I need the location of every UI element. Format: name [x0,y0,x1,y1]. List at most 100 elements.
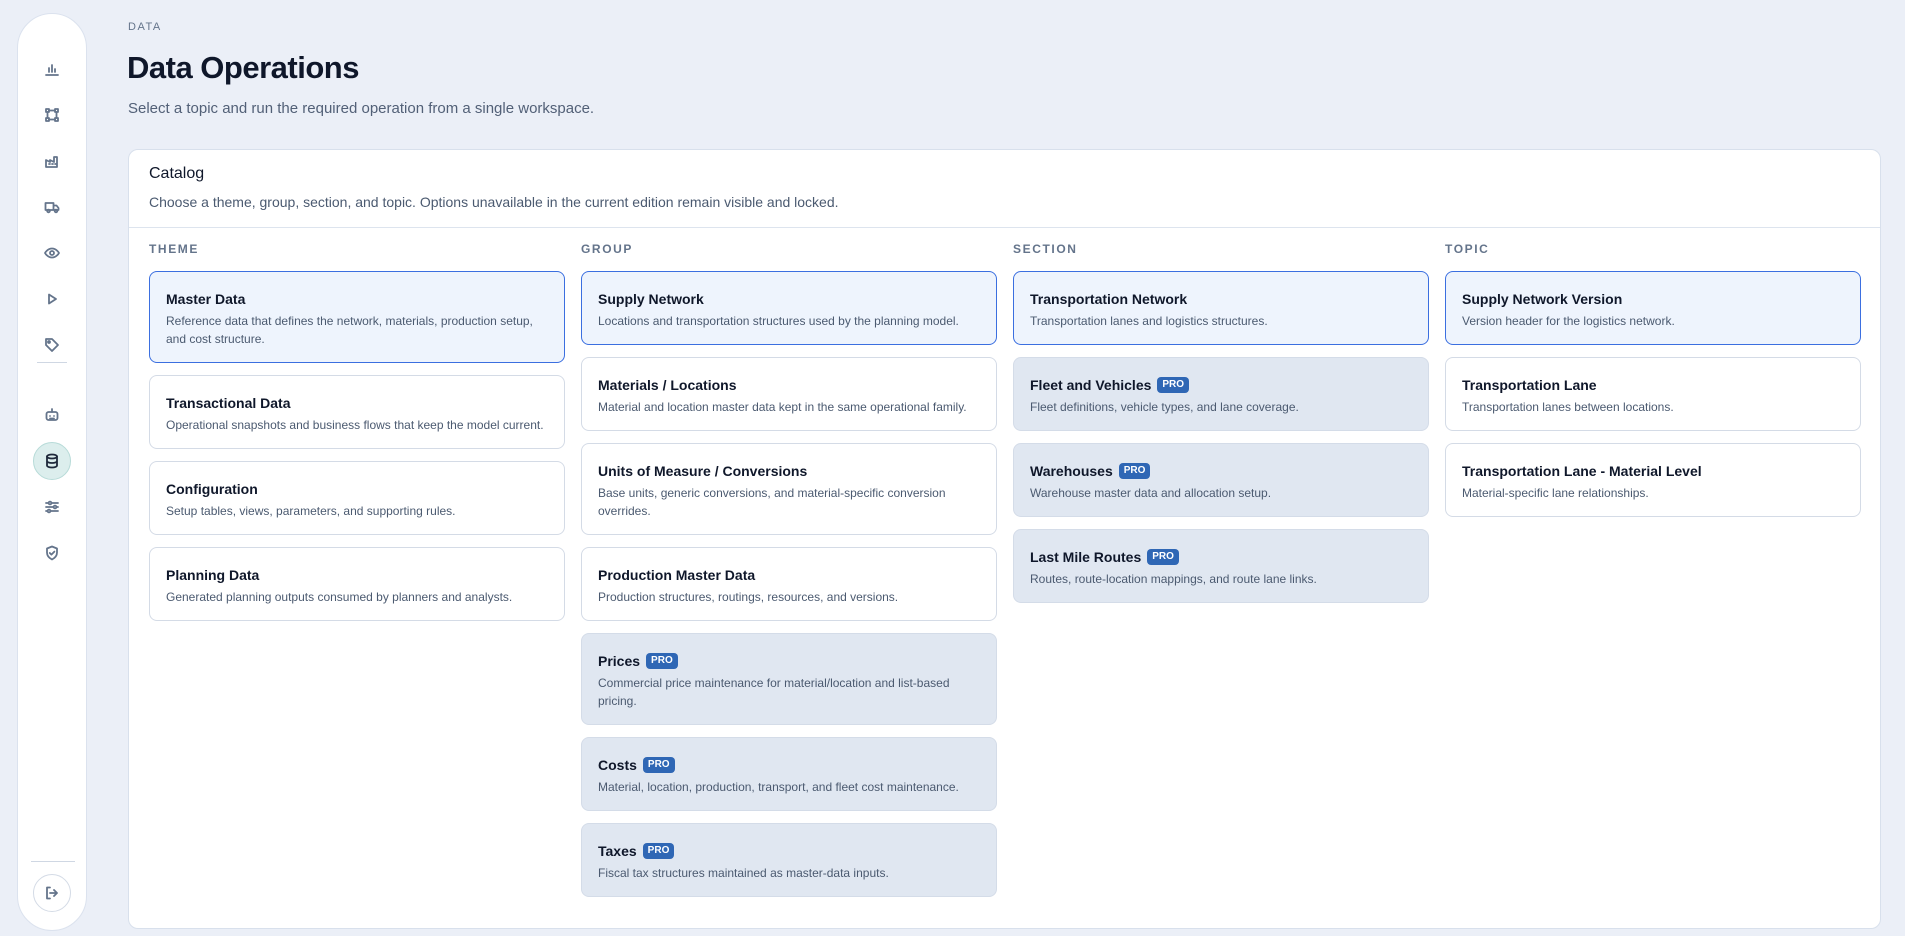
card-title: Transportation Lane - Material Level [1462,463,1702,479]
card-title: Production Master Data [598,567,756,583]
network-icon [45,108,59,122]
play-icon [48,293,57,305]
card-title: Materials / Locations [598,377,737,393]
card-title-row: Configuration [166,480,548,498]
card-title: Costs [598,757,637,773]
card-title: Planning Data [166,567,260,583]
card-description: Version header for the logistics network… [1462,314,1675,328]
nav-data-button[interactable] [33,442,71,480]
shield-check-icon [46,545,58,561]
card-description: Fiscal tax structures maintained as mast… [598,866,889,880]
card-title-row: Warehouses PRO [1030,462,1412,480]
section-column: SECTION Transportation Network Transporta… [1013,241,1429,615]
page-title: Data Operations [127,50,359,85]
nav-analytics-button[interactable] [33,50,71,88]
theme-column: THEME Master Data Reference data that def… [149,241,565,633]
pro-badge: PRO [642,843,675,859]
section-option-card[interactable]: Last Mile Routes PRO Routes, route-locatio… [1013,529,1429,603]
logout-button[interactable] [33,874,71,912]
bar-chart-icon [45,64,59,76]
theme-option-card[interactable]: Transactional Data Operational snapshots … [149,375,565,449]
card-title-row: Master Data [166,290,548,308]
group-option-card[interactable]: Units of Measure / Conversions Base units… [581,443,997,535]
sidebar-divider-bottom [31,861,75,862]
group-option-card[interactable]: Prices PRO Commercial price maintenance fo… [581,633,997,725]
section-option-card[interactable]: Fleet and Vehicles PRO Fleet definitions, … [1013,357,1429,431]
card-description: Routes, route-location mappings, and rou… [1030,572,1317,586]
card-description: Operational snapshots and business flows… [166,418,544,432]
card-description: Locations and transportation structures … [598,314,959,328]
theme-option-card[interactable]: Configuration Setup tables, views, parame… [149,461,565,535]
nav-network-button[interactable] [33,96,71,134]
tag-icon [45,338,59,352]
catalog-title: Catalog [149,165,205,182]
column-label: SECTION [1013,242,1078,256]
card-title: Last Mile Routes [1030,549,1142,565]
card-title-row: Planning Data [166,566,548,584]
nav-run-button[interactable] [33,280,71,318]
column-label: GROUP [581,242,634,256]
card-title: Warehouses [1030,463,1113,479]
card-title-row: Supply Network Version [1462,290,1844,308]
card-description: Setup tables, views, parameters, and sup… [166,504,456,518]
card-title: Taxes [598,843,637,859]
nav-monitor-button[interactable] [33,234,71,272]
column-label: TOPIC [1445,242,1490,256]
nav-security-button[interactable] [33,534,71,572]
card-title: Transactional Data [166,395,291,411]
card-title: Units of Measure / Conversions [598,463,808,479]
group-option-card[interactable]: Costs PRO Material, location, production, … [581,737,997,811]
nav-production-button[interactable] [33,142,71,180]
logout-icon [46,886,58,900]
theme-option-card[interactable]: Planning Data Generated planning outputs … [149,547,565,621]
pro-badge: PRO [1118,463,1151,479]
card-title: Master Data [166,291,246,307]
card-title: Transportation Lane [1462,377,1597,393]
eye-icon [44,247,60,259]
sliders-icon [45,500,59,514]
group-option-card[interactable]: Production Master Data Production structu… [581,547,997,621]
truck-icon [44,202,60,214]
section-option-card[interactable]: Warehouses PRO Warehouse master data and a… [1013,443,1429,517]
pro-badge: PRO [1147,549,1179,565]
card-description: Material, location, production, transpor… [598,780,959,794]
nav-settings-button[interactable] [33,488,71,526]
nav-automation-button[interactable] [33,396,71,434]
robot-icon [45,408,59,421]
card-title-row: Last Mile Routes PRO [1030,548,1412,566]
catalog-header: Catalog Choose a theme, group, section, … [129,150,1880,228]
group-option-card[interactable]: Materials / Locations Material and locati… [581,357,997,431]
card-title-row: Transportation Lane [1462,376,1844,394]
catalog-panel: Catalog Choose a theme, group, section, … [128,149,1881,929]
topic-option-card[interactable]: Transportation Lane Transportation lanes … [1445,357,1861,431]
card-title: Prices [598,653,641,669]
group-column: GROUP Supply Network Locations and transp… [581,241,997,909]
theme-option-card[interactable]: Master Data Reference data that defines t… [149,271,565,363]
database-icon [46,453,58,469]
factory-icon [45,156,58,168]
card-description: Warehouse master data and allocation set… [1030,486,1272,500]
topic-option-card[interactable]: Transportation Lane - Material Level Mate… [1445,443,1861,517]
group-option-card[interactable]: Supply Network Locations and transportati… [581,271,997,345]
card-title-row: Taxes PRO [598,842,980,860]
topic-option-card[interactable]: Supply Network Version Version header for… [1445,271,1861,345]
card-title-row: Production Master Data [598,566,980,584]
group-option-card[interactable]: Taxes PRO Fiscal tax structures maintained… [581,823,997,897]
topic-column: TOPIC Supply Network Version Version head… [1445,241,1861,529]
nav-transport-button[interactable] [33,188,71,226]
page-subtitle: Select a topic and run the required oper… [128,100,595,117]
sidebar-divider [37,362,67,363]
card-description: Production structures, routings, resourc… [598,590,899,604]
catalog-description: Choose a theme, group, section, and topi… [149,194,839,210]
section-option-card[interactable]: Transportation Network Transportation lan… [1013,271,1429,345]
card-title: Supply Network [598,291,704,307]
card-title: Configuration [166,481,258,497]
card-title: Transportation Network [1030,291,1188,307]
breadcrumb: DATA [128,21,162,33]
card-title-row: Transportation Network [1030,290,1412,308]
card-description: Material-specific lane relationships. [1462,486,1649,500]
card-title-row: Units of Measure / Conversions [598,462,980,480]
card-description: Transportation lanes and logistics struc… [1030,314,1268,328]
card-title: Supply Network Version [1462,291,1623,307]
nav-pricing-button[interactable] [33,326,71,364]
